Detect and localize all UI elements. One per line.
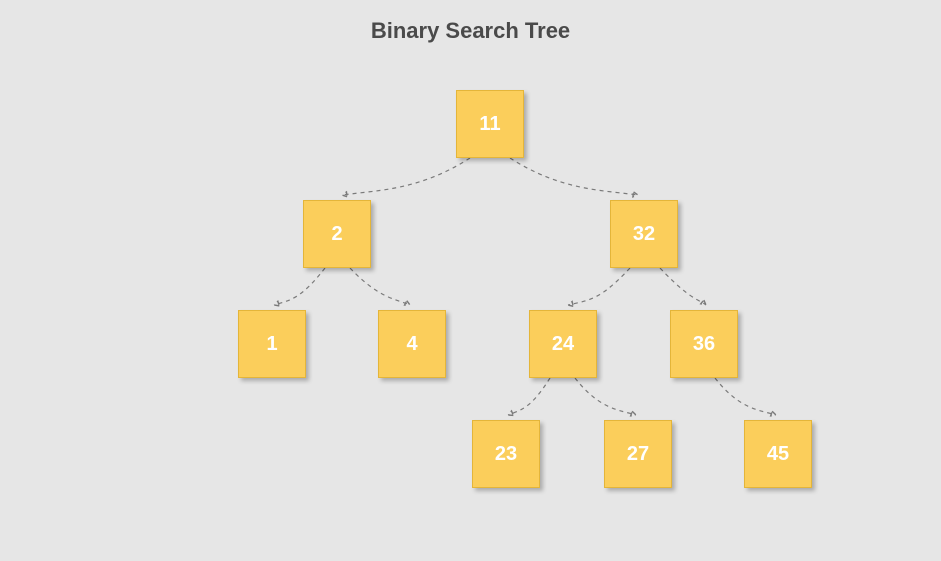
tree-node: 4 [378,310,446,378]
tree-node: 2 [303,200,371,268]
tree-node: 32 [610,200,678,268]
tree-node: 36 [670,310,738,378]
tree-node-root: 11 [456,90,524,158]
tree-node: 23 [472,420,540,488]
tree-node: 24 [529,310,597,378]
tree-node: 45 [744,420,812,488]
tree-node: 1 [238,310,306,378]
tree-node: 27 [604,420,672,488]
diagram-title: Binary Search Tree [0,18,941,44]
diagram-canvas: Binary Search Tree 11 2 32 1 4 24 36 2 [0,0,941,561]
